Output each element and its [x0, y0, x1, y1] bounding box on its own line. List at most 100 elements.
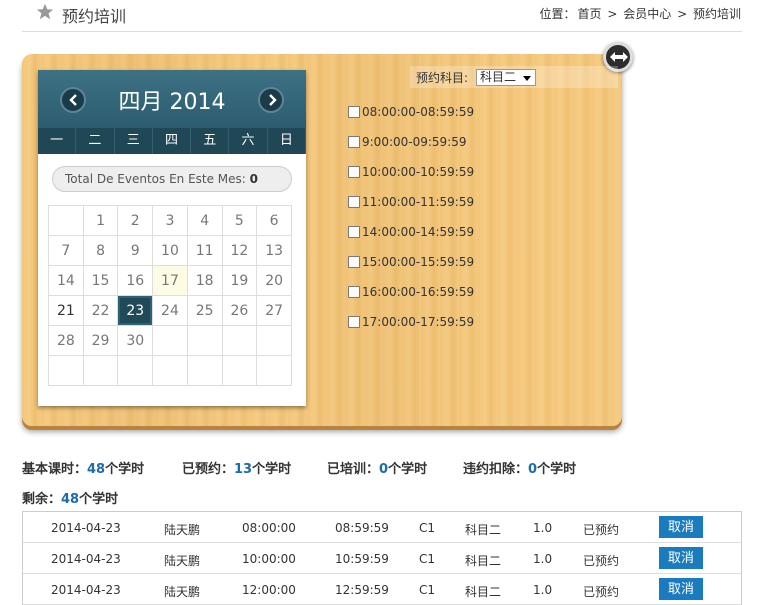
weekday-header: 一 二 三 四 五 六 日 — [38, 128, 306, 154]
calendar-day-cell[interactable]: 19 — [221, 265, 258, 296]
calendar-day-cell[interactable]: 26 — [221, 295, 258, 326]
calendar-week-row: 28 29 30 — [48, 325, 292, 356]
cancel-booking-button[interactable]: 取消 — [659, 547, 703, 569]
time-slot-label: 16:00:00-16:59:59 — [362, 285, 475, 299]
calendar-empty-cell — [48, 205, 84, 236]
stat-penalty-hours: 违约扣除：0个学时 — [463, 458, 576, 477]
calendar-day-cell[interactable]: 7 — [48, 235, 84, 266]
calendar-day-cell[interactable]: 14 — [48, 265, 84, 296]
calendar-day-cell[interactable]: 21 — [48, 295, 84, 326]
events-count-bar: Total De Eventos En Este Mes: 0 — [52, 166, 292, 192]
record-subject: 科目二 — [465, 523, 502, 537]
calendar-day-cell[interactable]: 27 — [256, 295, 292, 326]
calendar-day-cell[interactable]: 24 — [152, 295, 188, 326]
time-slot-label: 14:00:00-14:59:59 — [362, 225, 475, 239]
calendar-week-row — [48, 355, 292, 386]
time-slot-option[interactable]: 17:00:00-17:59:59 — [348, 315, 474, 331]
breadcrumb-separator: > — [607, 7, 618, 21]
stat-remaining-hours: 剩余：48个学时 — [22, 488, 118, 507]
calendar-empty-cell — [82, 355, 119, 386]
time-slot-label: 10:00:00-10:59:59 — [362, 165, 475, 179]
record-hours: 1.0 — [533, 583, 553, 597]
calendar-day-cell[interactable]: 6 — [256, 205, 292, 236]
record-name: 陆天鹏 — [164, 554, 201, 568]
calendar-empty-cell — [186, 325, 223, 356]
booking-records-table: 2014-04-23 陆天鹏 08:00:00 08:59:59 C1 科目二 1.0 已预约… — [22, 511, 742, 605]
calendar: 四月 2014 一 二 三 四 五 六 日 Total De Eventos E… — [38, 70, 306, 406]
calendar-day-cell[interactable]: 13 — [256, 235, 292, 266]
record-end: 12:59:59 — [335, 583, 389, 597]
time-slot-option[interactable]: 08:00:00-08:59:59 — [348, 105, 474, 121]
record-hours: 1.0 — [533, 521, 553, 535]
chevron-right-icon — [269, 94, 277, 106]
calendar-day-cell[interactable]: 18 — [186, 265, 223, 296]
time-slot-option[interactable]: 15:00:00-15:59:59 — [348, 255, 474, 271]
time-slot-checkbox[interactable] — [348, 286, 360, 298]
calendar-empty-cell — [152, 325, 188, 356]
weekday-label: 日 — [268, 128, 306, 154]
time-slot-checkbox[interactable] — [348, 196, 360, 208]
breadcrumb: 位置： 首页 > 会员中心 > 预约培训 — [539, 5, 743, 22]
record-start: 10:00:00 — [242, 552, 296, 566]
record-hours: 1.0 — [533, 552, 553, 566]
record-status: 已预约 — [583, 554, 620, 568]
record-end: 10:59:59 — [335, 552, 389, 566]
record-date: 2014-04-23 — [51, 583, 121, 597]
time-slot-option[interactable]: 10:00:00-10:59:59 — [348, 165, 474, 181]
subject-select[interactable]: 科目二 — [476, 69, 536, 86]
calendar-day-cell[interactable]: 3 — [152, 205, 188, 236]
cancel-booking-button[interactable]: 取消 — [659, 578, 703, 600]
calendar-day-cell[interactable]: 22 — [82, 295, 119, 326]
table-row: 2014-04-23 陆天鹏 12:00:00 12:59:59 C1 科目二 1.0 已预约… — [23, 574, 741, 605]
stat-booked-hours: 已预约：13个学时 — [182, 458, 291, 477]
star-icon — [36, 3, 54, 20]
calendar-day-cell[interactable]: 9 — [117, 235, 154, 266]
time-slot-checkbox[interactable] — [348, 226, 360, 238]
time-slot-option[interactable]: 11:00:00-11:59:59 — [348, 195, 474, 211]
calendar-day-cell[interactable]: 10 — [152, 235, 188, 266]
time-slot-checkbox[interactable] — [348, 166, 360, 178]
calendar-day-cell[interactable]: 29 — [82, 325, 119, 356]
time-slot-option[interactable]: 9:00:00-09:59:59 — [348, 135, 466, 151]
weekday-label: 六 — [229, 128, 268, 154]
calendar-day-cell[interactable]: 12 — [221, 235, 258, 266]
calendar-day-cell[interactable]: 8 — [82, 235, 119, 266]
time-slot-label: 08:00:00-08:59:59 — [362, 105, 475, 119]
calendar-day-cell[interactable]: 1 — [82, 205, 119, 236]
calendar-week-row: 21 22 23 24 25 26 27 — [48, 295, 292, 326]
calendar-day-cell[interactable]: 16 — [117, 265, 154, 296]
time-slot-checkbox[interactable] — [348, 106, 360, 118]
time-slot-checkbox[interactable] — [348, 316, 360, 328]
calendar-day-cell[interactable]: 17 — [152, 265, 188, 296]
record-start: 12:00:00 — [242, 583, 296, 597]
calendar-day-cell[interactable]: 23 — [117, 295, 154, 326]
weekday-label: 四 — [153, 128, 192, 154]
calendar-day-cell[interactable]: 2 — [117, 205, 154, 236]
time-slot-option[interactable]: 16:00:00-16:59:59 — [348, 285, 474, 301]
cancel-booking-button[interactable]: 取消 — [659, 516, 703, 538]
calendar-day-cell[interactable]: 15 — [82, 265, 119, 296]
weekday-label: 五 — [191, 128, 230, 154]
breadcrumb-member-center[interactable]: 会员中心 — [623, 7, 671, 21]
stat-label: 已培训： — [327, 462, 380, 477]
calendar-day-cell[interactable]: 20 — [256, 265, 292, 296]
time-slot-label: 17:00:00-17:59:59 — [362, 315, 475, 329]
calendar-day-cell[interactable]: 11 — [186, 235, 223, 266]
page: 预约培训 位置： 首页 > 会员中心 > 预约培训 四月 2014 一 二 三 四… — [0, 0, 781, 605]
breadcrumb-home[interactable]: 首页 — [578, 7, 602, 21]
time-slot-checkbox[interactable] — [348, 256, 360, 268]
calendar-day-cell[interactable]: 28 — [48, 325, 84, 356]
calendar-empty-cell — [221, 325, 258, 356]
calendar-day-cell[interactable]: 25 — [186, 295, 223, 326]
time-slot-checkbox[interactable] — [348, 136, 360, 148]
breadcrumb-current[interactable]: 预约培训 — [693, 7, 741, 21]
calendar-day-cell[interactable]: 30 — [117, 325, 154, 356]
time-slot-option[interactable]: 14:00:00-14:59:59 — [348, 225, 474, 241]
calendar-empty-cell — [186, 355, 223, 386]
record-subject: 科目二 — [465, 585, 502, 599]
calendar-empty-cell — [152, 355, 188, 386]
calendar-day-cell[interactable]: 4 — [186, 205, 223, 236]
calendar-day-cell[interactable]: 5 — [221, 205, 258, 236]
next-month-button[interactable] — [258, 87, 284, 113]
record-subject: 科目二 — [465, 554, 502, 568]
